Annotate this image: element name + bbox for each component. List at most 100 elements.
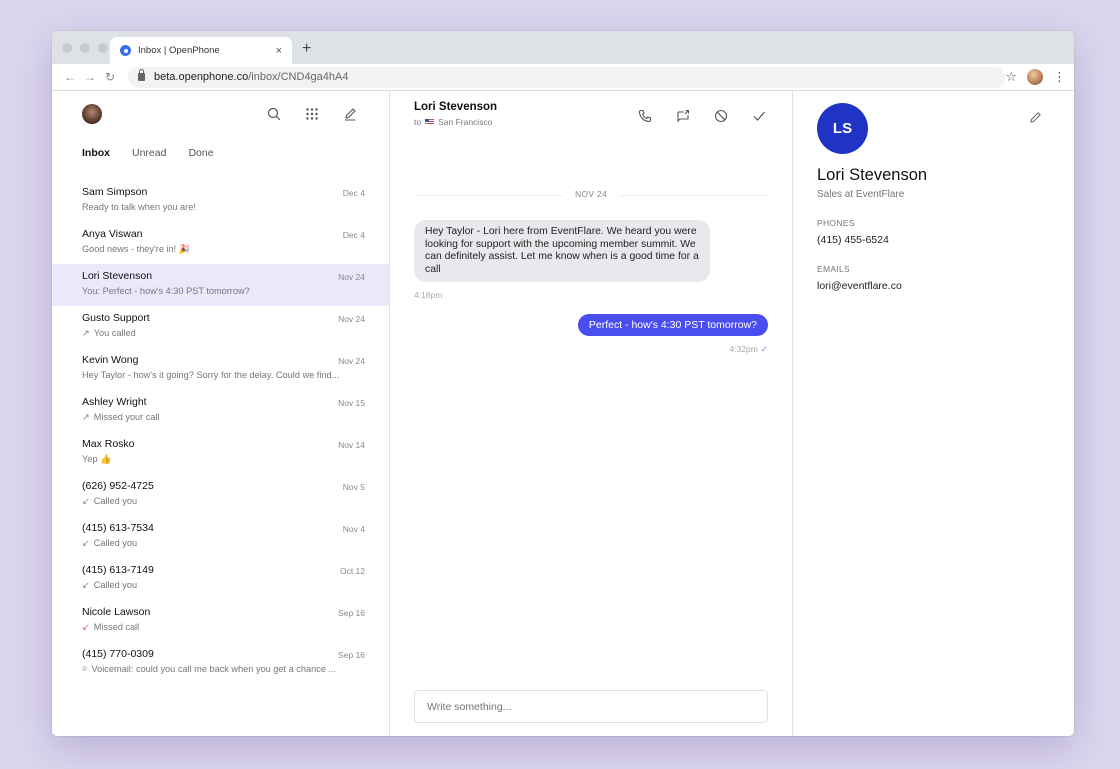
- tab-done[interactable]: Done: [188, 147, 213, 180]
- browser-menu-icon[interactable]: ⋮: [1053, 69, 1066, 85]
- conversation-name: (626) 952-4725: [82, 480, 154, 492]
- conversation-date: Nov 14: [338, 440, 365, 450]
- conversation-item[interactable]: (415) 770-0309 Sep 16 ⌾ Voicemail: could …: [52, 642, 389, 684]
- forward-arrow-icon[interactable]: →: [80, 70, 100, 84]
- to-label: to: [414, 117, 422, 127]
- conversation-date: Nov 5: [342, 482, 365, 492]
- bookmark-star-icon[interactable]: ☆: [1005, 69, 1017, 85]
- conversation-name: Lori Stevenson: [82, 270, 153, 282]
- contact-avatar: LS: [817, 103, 868, 154]
- tab-unread[interactable]: Unread: [132, 147, 166, 180]
- conversation-item[interactable]: Gusto Support Nov 24 ↗ You called: [52, 306, 389, 348]
- conversation-date: Oct 12: [339, 566, 365, 576]
- user-avatar[interactable]: [82, 104, 102, 124]
- conversation-header: Lori Stevenson to San Francisco: [390, 91, 792, 141]
- conversation-item[interactable]: Anya Viswan Dec 4 Good news - they're in…: [52, 222, 389, 264]
- back-arrow-icon[interactable]: ←: [60, 70, 80, 84]
- incoming-call-icon: ↙: [82, 580, 90, 590]
- lock-icon: [138, 69, 145, 81]
- conversation-date: Dec 4: [342, 230, 365, 240]
- compose-icon[interactable]: [341, 105, 359, 123]
- phones-label: PHONES: [817, 218, 855, 228]
- outgoing-message-time: 4:32pm: [729, 344, 758, 354]
- conversation-preview: Yep 👍: [82, 454, 112, 464]
- close-window-button[interactable]: [62, 43, 72, 53]
- conversation-preview: ↙ Called you: [82, 538, 367, 549]
- browser-window: Inbox | OpenPhone × + ← → ↻ beta.openpho…: [52, 31, 1074, 736]
- conversation-name: Anya Viswan: [82, 228, 143, 240]
- openphone-app: Inbox Unread Done Sam Simpson Dec 4 Read…: [52, 91, 1074, 736]
- outgoing-call-icon: ↗: [82, 328, 90, 338]
- conversation-date: Nov 24: [338, 314, 365, 324]
- conversation-preview: ↗ You called: [82, 328, 367, 339]
- preview-text: Missed call: [93, 622, 140, 632]
- conversation-item[interactable]: (626) 952-4725 Nov 5 ↙ Called you: [52, 474, 389, 516]
- tab-inbox[interactable]: Inbox: [82, 147, 110, 180]
- tab-strip: Inbox | OpenPhone × +: [52, 31, 1074, 64]
- dialpad-icon[interactable]: [303, 105, 321, 123]
- close-tab-icon[interactable]: ×: [276, 45, 282, 57]
- search-icon[interactable]: [265, 105, 283, 123]
- conversation-item[interactable]: Max Rosko Nov 14 Yep 👍: [52, 432, 389, 474]
- conversation-item[interactable]: Sam Simpson Dec 4 Ready to talk when you…: [52, 180, 389, 222]
- share-contact-icon[interactable]: [674, 107, 692, 125]
- browser-profile-avatar[interactable]: [1027, 69, 1043, 85]
- voicemail-icon: ⌾: [82, 664, 88, 674]
- conversation-date: Dec 4: [342, 188, 365, 198]
- conversation-actions: [636, 107, 768, 125]
- date-divider: NOV 24: [390, 189, 792, 199]
- conversation-name: (415) 613-7149: [82, 564, 154, 576]
- delivered-check-icon: ✓: [760, 344, 768, 354]
- conversation-date: Nov 24: [338, 272, 365, 282]
- conversation-preview: Good news - they're in! 🎉: [82, 244, 191, 254]
- preview-text: Voicemail: could you call me back when y…: [91, 664, 337, 674]
- conversation-name: Kevin Wong: [82, 354, 139, 366]
- browser-tab[interactable]: Inbox | OpenPhone ×: [110, 37, 292, 64]
- mark-done-check-icon[interactable]: [750, 107, 768, 125]
- conversation-date: Sep 16: [338, 608, 365, 618]
- incoming-message-time: 4:18pm: [414, 290, 443, 300]
- incoming-message-bubble: Hey Taylor - Lori here from EventFlare. …: [414, 220, 710, 282]
- preview-text: Called you: [93, 538, 138, 548]
- conversation-item-selected[interactable]: Lori Stevenson Nov 24 You: Perfect - how…: [52, 264, 389, 306]
- conversation-name: Gusto Support: [82, 312, 150, 324]
- conversation-item[interactable]: Nicole Lawson Sep 16 ↙ Missed call: [52, 600, 389, 642]
- conversation-preview: ↗ Missed your call: [82, 412, 367, 423]
- conversation-date: Nov 4: [342, 524, 365, 534]
- contact-name: Lori Stevenson: [817, 166, 928, 184]
- call-icon[interactable]: [636, 107, 654, 125]
- conversation-date: Nov 24: [338, 356, 365, 366]
- conversation-preview: Hey Taylor - how's it going? Sorry for t…: [82, 370, 340, 380]
- minimize-window-button[interactable]: [80, 43, 90, 53]
- emails-label: EMAILS: [817, 264, 850, 274]
- conversation-item[interactable]: Kevin Wong Nov 24 Hey Taylor - how's it …: [52, 348, 389, 390]
- us-flag-icon: [425, 119, 435, 125]
- inbox-sidebar: Inbox Unread Done Sam Simpson Dec 4 Read…: [52, 91, 390, 736]
- conversation-preview: ⌾ Voicemail: could you call me back when …: [82, 664, 367, 675]
- conversation-name: (415) 770-0309: [82, 648, 154, 660]
- incoming-call-icon: ↙: [82, 538, 90, 548]
- contact-phone[interactable]: (415) 455-6524: [817, 234, 1050, 246]
- message-composer-input[interactable]: [414, 690, 768, 723]
- url-field[interactable]: beta.openphone.co/inbox/CND4ga4hA4: [128, 66, 1006, 88]
- sidebar-actions: [265, 105, 359, 123]
- conversation-item[interactable]: Ashley Wright Nov 15 ↗ Missed your call: [52, 390, 389, 432]
- conversation-preview: ↙ Missed call: [82, 622, 367, 633]
- new-tab-button[interactable]: +: [302, 40, 311, 58]
- conversation-preview: You: Perfect - how's 4:30 PST tomorrow?: [82, 286, 250, 296]
- conversation-item[interactable]: (415) 613-7534 Nov 4 ↙ Called you: [52, 516, 389, 558]
- maximize-window-button[interactable]: [98, 43, 108, 53]
- incoming-call-icon: ↙: [82, 496, 90, 506]
- location-label: San Francisco: [438, 117, 493, 127]
- reload-icon[interactable]: ↻: [100, 70, 120, 84]
- contact-email[interactable]: lori@eventflare.co: [817, 280, 1050, 292]
- date-divider-label: NOV 24: [562, 189, 620, 199]
- conversation-name: Nicole Lawson: [82, 606, 151, 618]
- block-icon[interactable]: [712, 107, 730, 125]
- conversation-item[interactable]: (415) 613-7149 Oct 12 ↙ Called you: [52, 558, 389, 600]
- conversation-preview: Ready to talk when you are!: [82, 202, 196, 212]
- conversation-name: Max Rosko: [82, 438, 135, 450]
- conversation-date: Sep 16: [338, 650, 365, 660]
- edit-pencil-icon[interactable]: [1029, 111, 1042, 129]
- conversation-name: (415) 613-7534: [82, 522, 154, 534]
